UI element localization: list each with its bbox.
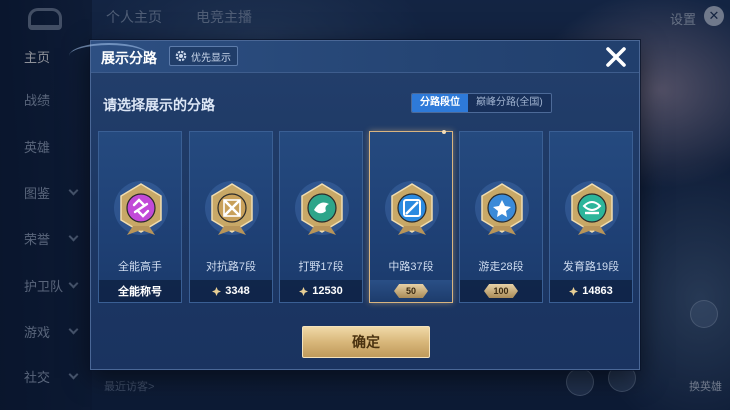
lane-badge-icon (385, 181, 439, 235)
lane-badge-icon (295, 181, 349, 235)
power-points-icon (212, 286, 222, 296)
lane-card-label: 打野17段 (298, 261, 344, 273)
power-points-value: 14863 (582, 285, 613, 297)
lane-card[interactable]: 打野17段 12530 (279, 131, 363, 303)
dialog-header: 展示分路 优先显示 (69, 41, 639, 73)
lane-card-footer: 50 (370, 280, 452, 302)
select-lane-prompt: 请选择展示的分路 (103, 97, 215, 113)
lane-card[interactable]: 全能高手 全能称号 (98, 131, 182, 303)
lane-card-label: 全能高手 (118, 261, 162, 273)
lane-card-footer: 12530 (280, 280, 362, 302)
confirm-button[interactable]: 确定 (302, 326, 430, 358)
priority-display-label: 优先显示 (191, 52, 231, 64)
power-points-icon (299, 286, 309, 296)
lane-card[interactable]: 游走28段 100 (459, 131, 543, 303)
lane-badge-icon (565, 181, 619, 235)
lane-display-dialog: 展示分路 优先显示 请选择展示的分路 分路段位 巅峰分路(全国) 全能高手全能称… (69, 40, 640, 370)
lane-mode-toggle: 分路段位 巅峰分路(全国) (411, 93, 552, 113)
lane-badge-icon (475, 181, 529, 235)
gear-icon (175, 50, 187, 62)
power-points-value: 12530 (312, 285, 343, 297)
power-points-value: 3348 (225, 285, 250, 297)
lane-card-footer: 全能称号 (99, 280, 181, 302)
lane-card-footer: 3348 (190, 280, 272, 302)
lane-card-footer: 14863 (550, 280, 632, 302)
lane-card-list: 全能高手 全能称号 对抗路7段 3348 打野17段 12530 中路37段 50 游走28段 1… (98, 130, 634, 303)
lane-card-label: 游走28段 (478, 261, 524, 273)
rank-emblem: 100 (484, 284, 518, 298)
dialog-title: 展示分路 (101, 50, 157, 66)
toggle-lane-rank[interactable]: 分路段位 (412, 94, 468, 112)
lane-card-label: 中路37段 (388, 261, 434, 273)
lane-card-label: 发育路19段 (562, 261, 620, 273)
lane-card-footer: 100 (460, 280, 542, 302)
toggle-peak-lane[interactable]: 巅峰分路(全国) (468, 94, 551, 112)
lane-card[interactable]: 对抗路7段 3348 (189, 131, 273, 303)
close-icon[interactable] (603, 44, 629, 70)
lane-card[interactable]: 发育路19段 14863 (549, 131, 633, 303)
priority-display-button[interactable]: 优先显示 (169, 46, 238, 66)
selected-corner-marker (442, 130, 446, 134)
lane-badge-icon (205, 181, 259, 235)
title-text: 全能称号 (118, 286, 162, 298)
rank-emblem: 50 (394, 284, 428, 298)
lane-card-label: 对抗路7段 (205, 261, 257, 273)
lane-card[interactable]: 中路37段 50 (369, 130, 453, 303)
lane-badge-icon (114, 181, 168, 235)
power-points-icon (569, 286, 579, 296)
